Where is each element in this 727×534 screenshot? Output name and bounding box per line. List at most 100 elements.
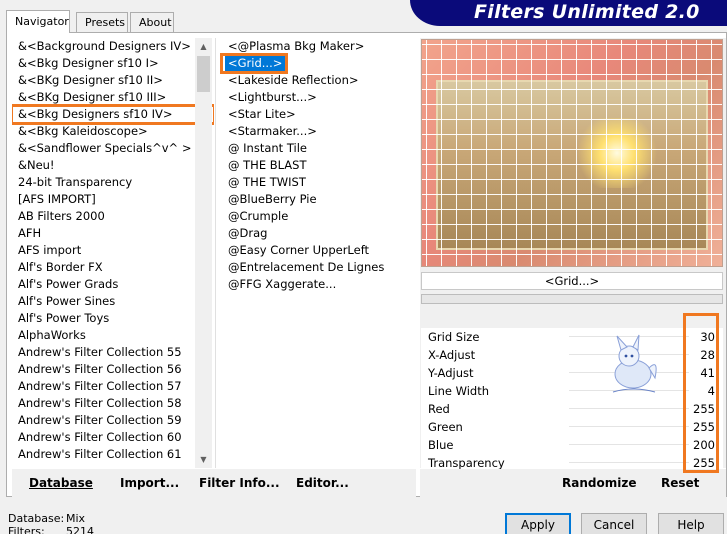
filter-item-label: @ THE BLAST xyxy=(228,158,307,172)
filter-item-label: @Crumple xyxy=(228,209,289,223)
filter-item[interactable]: @Entrelacement De Lignes xyxy=(216,259,413,276)
param-name: Grid Size xyxy=(428,330,480,344)
filter-item[interactable]: @Easy Corner UpperLeft xyxy=(216,242,413,259)
category-item[interactable]: Alf's Power Grads xyxy=(12,276,214,293)
tab-presets[interactable]: Presets xyxy=(76,12,128,32)
category-item[interactable]: Andrew's Filter Collection 58 xyxy=(12,395,214,412)
param-name: X-Adjust xyxy=(428,348,476,362)
param-row[interactable]: Blue 200 xyxy=(421,436,723,454)
filter-item-label: <Lakeside Reflection> xyxy=(228,73,359,87)
filter-item[interactable]: @ THE BLAST xyxy=(216,157,413,174)
category-item[interactable]: &Neu! xyxy=(12,157,214,174)
category-item[interactable]: &<Bkg Kaleidoscope> xyxy=(12,123,214,140)
status-area: Database: Mix Filters: 5214 xyxy=(8,512,94,534)
category-item[interactable]: Andrew's Filter Collection 60 xyxy=(12,429,214,446)
category-item[interactable]: AlphaWorks xyxy=(12,327,214,344)
filter-item[interactable]: @BlueBerry Pie xyxy=(216,191,413,208)
param-slider-track[interactable] xyxy=(569,408,689,409)
param-value[interactable]: 255 xyxy=(693,400,715,418)
param-name: Y-Adjust xyxy=(428,366,474,380)
database-status-value: Mix xyxy=(66,512,86,525)
category-item[interactable]: Andrew's Filter Collection 56 xyxy=(12,361,214,378)
category-item[interactable]: Andrew's Filter Collection 59 xyxy=(12,412,214,429)
filter-item[interactable]: @ Instant Tile xyxy=(216,140,413,157)
category-item[interactable]: AFS import xyxy=(12,242,214,259)
category-item[interactable]: [AFS IMPORT] xyxy=(12,191,214,208)
scroll-up-arrow-icon[interactable]: ▲ xyxy=(195,38,212,55)
import-button-label: Import... xyxy=(120,476,180,490)
reset-button[interactable]: Reset xyxy=(661,474,699,492)
category-item[interactable]: Andrew's Filter Collection 55 xyxy=(12,344,214,361)
filter-list[interactable]: <@Plasma Bkg Maker> <Grid...> <Lakeside Re… xyxy=(215,38,413,468)
category-item[interactable]: 24-bit Transparency xyxy=(12,174,214,191)
tab-about[interactable]: About xyxy=(130,12,174,32)
filter-item[interactable]: <Star Lite> xyxy=(216,106,413,123)
category-item[interactable]: &<Bkg Designer sf10 I> xyxy=(12,55,214,72)
filter-item-label: @ THE TWIST xyxy=(228,175,306,189)
param-value[interactable]: 255 xyxy=(693,418,715,436)
param-slider-track[interactable] xyxy=(569,462,689,463)
filter-item[interactable]: <@Plasma Bkg Maker> xyxy=(216,38,413,55)
parameter-list: Grid Size 30 X-Adjust 28 Y-Adjust 41 Line Widt… xyxy=(421,328,723,472)
category-item[interactable]: AB Filters 2000 xyxy=(12,208,214,225)
filter-item-label: <Grid...> xyxy=(225,55,286,71)
param-value[interactable]: 30 xyxy=(700,328,715,346)
filter-item[interactable]: @FFG Xaggerate... xyxy=(216,276,413,293)
database-button-label: Database xyxy=(29,476,93,490)
param-row[interactable]: Line Width 4 xyxy=(421,382,723,400)
filter-item-label: @ Instant Tile xyxy=(228,141,307,155)
settings-toolbar: Randomize Reset xyxy=(420,469,726,497)
scroll-down-arrow-icon[interactable]: ▼ xyxy=(195,451,212,468)
category-item[interactable]: Alf's Power Toys xyxy=(12,310,214,327)
param-value[interactable]: 4 xyxy=(708,382,715,400)
category-item[interactable]: &<BKg Designer sf10 II> xyxy=(12,72,214,89)
filter-item-label: @Easy Corner UpperLeft xyxy=(228,243,370,257)
category-list[interactable]: &<Background Designers IV> &<Bkg Designer… xyxy=(12,38,214,468)
tab-navigator[interactable]: Navigator xyxy=(6,10,70,33)
editor-button[interactable]: Editor... xyxy=(296,474,349,492)
app-banner-title: Filters Unlimited 2.0 xyxy=(410,0,727,26)
category-item[interactable]: &<Background Designers IV> xyxy=(12,38,214,55)
category-item[interactable]: Alf's Border FX xyxy=(12,259,214,276)
filter-item[interactable]: <Lightburst...> xyxy=(216,89,413,106)
filter-item[interactable]: <Starmaker...> xyxy=(216,123,413,140)
filter-info-button[interactable]: Filter Info... xyxy=(199,474,280,492)
database-status-label: Database: xyxy=(8,512,65,525)
filter-item[interactable]: @ THE TWIST xyxy=(216,174,413,191)
filter-settings-panel: <Grid...> Grid Size 30 X-Adjust 28 Y-Adjust 4… xyxy=(420,38,726,473)
category-item[interactable]: Andrew's Filter Collection 61 xyxy=(12,446,214,463)
main-panel: &<Background Designers IV> &<Bkg Designer… xyxy=(6,32,727,497)
randomize-button[interactable]: Randomize xyxy=(562,474,636,492)
filter-item[interactable]: <Lakeside Reflection> xyxy=(216,72,413,89)
param-row[interactable]: X-Adjust 28 xyxy=(421,346,723,364)
param-name: Blue xyxy=(428,438,454,452)
import-button[interactable]: Import... xyxy=(120,474,179,492)
param-slider-track[interactable] xyxy=(569,444,689,445)
category-item[interactable]: &<Sandflower Specials^v^ > xyxy=(12,140,214,157)
param-row[interactable]: Y-Adjust 41 xyxy=(421,364,723,382)
param-value[interactable]: 200 xyxy=(693,436,715,454)
category-item[interactable]: &<BKg Designer sf10 III> xyxy=(12,89,214,106)
param-row[interactable]: Grid Size 30 xyxy=(421,328,723,346)
scroll-thumb[interactable] xyxy=(197,56,210,92)
filter-item[interactable]: @Drag xyxy=(216,225,413,242)
param-slider-track[interactable] xyxy=(569,426,689,427)
param-value[interactable]: 41 xyxy=(700,364,715,382)
category-scrollbar[interactable]: ▲ ▼ xyxy=(195,38,212,468)
database-button[interactable]: Database xyxy=(29,474,93,492)
category-item[interactable]: Alf's Power Sines xyxy=(12,293,214,310)
category-item[interactable]: &<Bkg Designers sf10 IV> xyxy=(12,104,214,125)
progress-bar xyxy=(421,294,723,304)
help-button[interactable]: Help xyxy=(658,513,724,534)
cancel-button[interactable]: Cancel xyxy=(581,513,647,534)
category-item[interactable]: Andrew's Filter Collection 57 xyxy=(12,378,214,395)
category-item[interactable]: AFH xyxy=(12,225,214,242)
filters-count-value: 5214 xyxy=(66,525,94,534)
param-row[interactable]: Red 255 xyxy=(421,400,723,418)
apply-button[interactable]: Apply xyxy=(505,513,571,534)
param-name: Green xyxy=(428,420,463,434)
filter-item[interactable]: @Crumple xyxy=(216,208,413,225)
param-row[interactable]: Green 255 xyxy=(421,418,723,436)
param-value[interactable]: 28 xyxy=(700,346,715,364)
filter-item[interactable]: <Grid...> xyxy=(220,53,288,74)
